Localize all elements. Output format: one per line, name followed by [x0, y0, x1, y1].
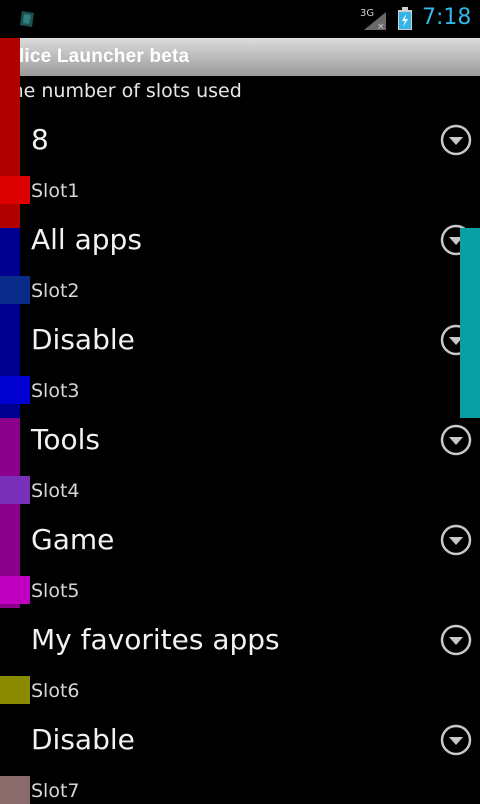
- slot-color-chip: [0, 176, 30, 204]
- title-bar: Slice Launcher beta: [0, 38, 480, 76]
- scrollbar[interactable]: [460, 228, 480, 418]
- slot-label: Slot3: [31, 380, 80, 402]
- item-value: Tools: [31, 423, 100, 456]
- chevron-down-icon[interactable]: [440, 724, 472, 756]
- item-value: Disable: [31, 323, 135, 356]
- item-value: My favorites apps: [31, 623, 280, 656]
- slot-color-chip: [0, 376, 30, 404]
- status-clock: 7:18: [422, 5, 472, 30]
- slot-label: Slot4: [31, 480, 80, 502]
- chevron-down-icon[interactable]: [440, 424, 472, 456]
- battery-charging-icon: [398, 7, 412, 30]
- item-value: 8: [31, 123, 49, 156]
- svg-text:×: ×: [377, 22, 385, 32]
- slot-label: Slot2: [31, 280, 80, 302]
- status-bar: 3G × 7:18: [0, 0, 480, 38]
- item-value: All apps: [31, 223, 142, 256]
- slot-color-chip: [0, 476, 30, 504]
- slot-color-chip: [0, 576, 30, 604]
- chevron-down-icon[interactable]: [440, 524, 472, 556]
- slot-label: Slot7: [31, 780, 80, 802]
- slot-color-chip: [0, 676, 30, 704]
- slot-label: Slot5: [31, 580, 80, 602]
- app-title: Slice Launcher beta: [6, 46, 190, 67]
- svg-text:3G: 3G: [360, 8, 374, 19]
- signal-3g-icon: 3G ×: [360, 8, 386, 32]
- section-subtitle: The number of slots used: [0, 80, 242, 102]
- slot-label: Slot6: [31, 680, 80, 702]
- slot-color-chip: [0, 276, 30, 304]
- item-value: Disable: [31, 723, 135, 756]
- chevron-down-icon[interactable]: [440, 624, 472, 656]
- slot-label: Slot1: [31, 180, 80, 202]
- item-value: Game: [31, 523, 115, 556]
- chevron-down-icon[interactable]: [440, 124, 472, 156]
- app-notification-icon: [20, 11, 34, 27]
